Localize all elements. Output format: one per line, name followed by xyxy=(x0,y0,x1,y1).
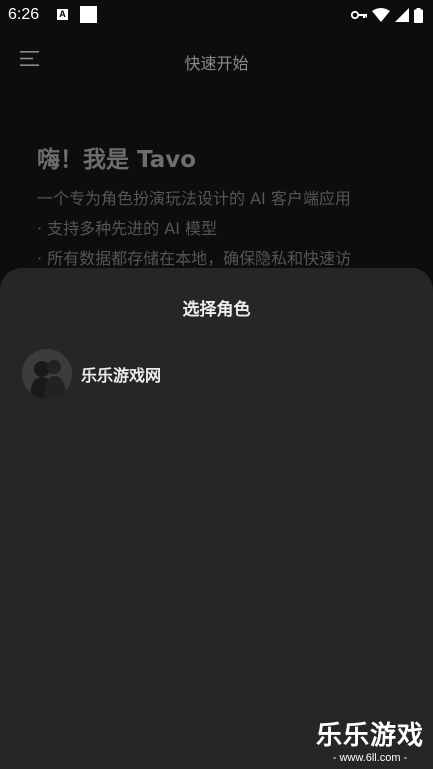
intro-line: · 支持多种先进的 AI 模型 xyxy=(37,219,218,238)
key-icon xyxy=(351,10,367,20)
battery-icon xyxy=(414,7,423,23)
app-bar: 快速开始 xyxy=(0,40,433,80)
intro-heading: 嗨！我是 Tavo xyxy=(37,147,197,173)
intro-section: 嗨！我是 Tavo 一个专为角色扮演玩法设计的 AI 客户端应用 · 支持多种先… xyxy=(37,140,417,274)
watermark-title: 乐乐游戏 xyxy=(315,721,424,751)
watermark: 乐乐游戏 - www.6ll.com - xyxy=(311,721,429,765)
character-name: 乐乐游戏网 xyxy=(81,366,162,385)
signal-icon xyxy=(395,8,409,22)
character-list-item[interactable]: 乐乐游戏网 xyxy=(22,348,412,400)
status-bar: 6:26 A xyxy=(0,0,433,30)
notification-square-icon xyxy=(80,6,97,23)
status-icons xyxy=(351,7,423,23)
notification-a-icon: A xyxy=(57,9,68,20)
intro-line: 一个专为角色扮演玩法设计的 AI 客户端应用 xyxy=(37,189,351,208)
page-title: 快速开始 xyxy=(184,54,249,73)
sheet-title: 选择角色 xyxy=(182,300,251,320)
watermark-url: - www.6ll.com - xyxy=(332,752,408,764)
status-time: 6:26 xyxy=(8,6,40,23)
select-character-sheet: 选择角色 乐乐游戏网 xyxy=(0,268,433,769)
screen: 6:26 A 快速开始 嗨！我是 Tavo 一个专为角色扮演玩法设计的 AI 客… xyxy=(0,0,433,769)
wifi-icon xyxy=(372,8,390,22)
avatar-silhouette-icon xyxy=(22,349,72,399)
avatar xyxy=(22,349,72,399)
